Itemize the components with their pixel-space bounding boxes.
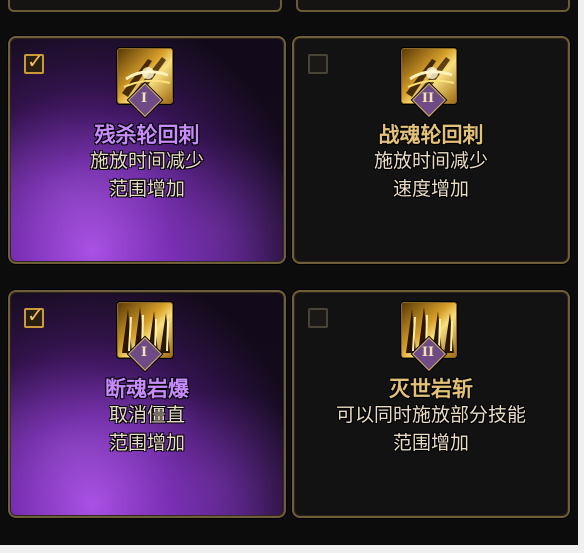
previous-card-edge-left (8, 0, 282, 12)
rank-label: II (421, 91, 435, 106)
rank-label: II (421, 345, 435, 360)
skill-icon-wrap: II (401, 302, 457, 371)
check-icon: ✓ (27, 49, 44, 73)
skill-option-panel: ✓ I 残杀轮回刺 施放时间减少 范围增加 II 战魂轮回刺 施放时间减少 速度… (0, 0, 584, 553)
skill-card-3[interactable]: ✓ I 断魂岩爆 取消僵直 范围增加 (8, 290, 286, 518)
checkbox-unchecked[interactable] (308, 308, 328, 328)
skill-name: 战魂轮回刺 (378, 123, 484, 147)
skill-effect-1: 施放时间减少 (89, 150, 204, 172)
skill-effect-1: 取消僵直 (108, 404, 185, 426)
checkbox-checked[interactable]: ✓ (24, 303, 44, 328)
skill-effect-2: 范围增加 (392, 432, 469, 454)
rank-label: I (140, 345, 148, 360)
skill-card-2[interactable]: II 战魂轮回刺 施放时间减少 速度增加 (292, 36, 570, 264)
window-edge-bottom (0, 545, 584, 553)
skill-name: 灭世岩斩 (389, 377, 473, 401)
rank-label: I (140, 91, 148, 106)
previous-card-edge-right (296, 0, 570, 12)
window-edge-right (578, 0, 584, 553)
skill-effect-2: 范围增加 (108, 178, 185, 200)
skill-icon-wrap: I (117, 48, 173, 117)
skill-effect-1: 可以同时施放部分技能 (335, 404, 526, 426)
skill-effect-2: 范围增加 (108, 432, 185, 454)
skill-icon-wrap: I (117, 302, 173, 371)
skill-effect-1: 施放时间减少 (373, 150, 488, 172)
skill-card-1[interactable]: ✓ I 残杀轮回刺 施放时间减少 范围增加 (8, 36, 286, 264)
check-icon: ✓ (27, 303, 44, 327)
skill-effect-2: 速度增加 (392, 178, 469, 200)
checkbox-unchecked[interactable] (308, 54, 328, 74)
skill-name: 残杀轮回刺 (94, 123, 200, 147)
skill-name: 断魂岩爆 (105, 377, 189, 401)
checkbox-checked[interactable]: ✓ (24, 49, 44, 74)
skill-icon-wrap: II (401, 48, 457, 117)
skill-card-4[interactable]: II 灭世岩斩 可以同时施放部分技能 范围增加 (292, 290, 570, 518)
